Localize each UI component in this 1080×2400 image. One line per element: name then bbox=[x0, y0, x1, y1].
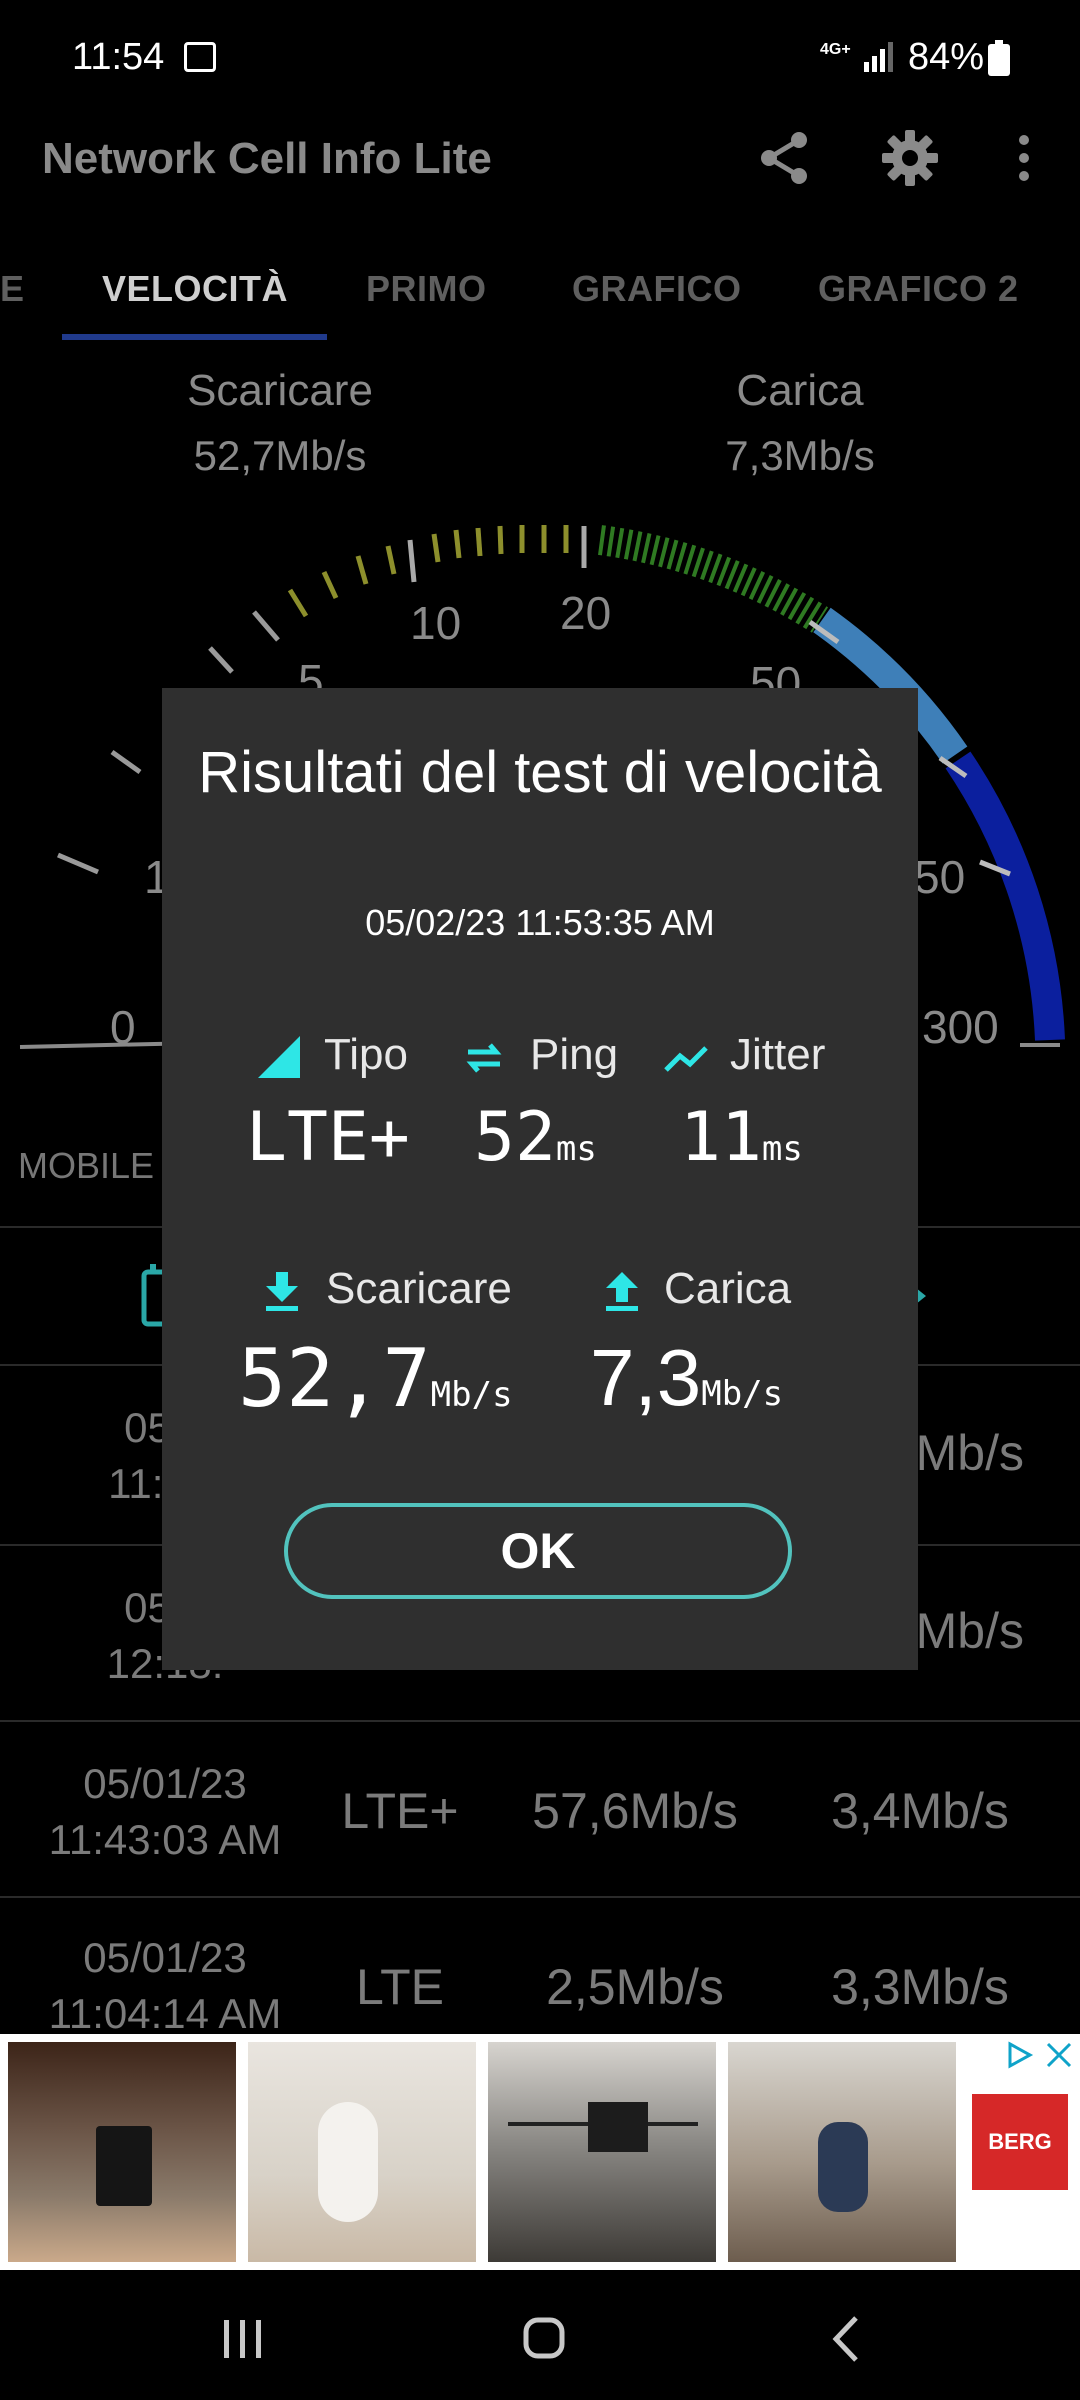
dialog-datetime: 05/02/23 11:53:35 AM bbox=[365, 902, 715, 943]
ping-label: Ping bbox=[530, 1030, 619, 1079]
jitter-value-group: 11ms bbox=[680, 1098, 803, 1177]
upload-dialog-label: Carica bbox=[664, 1264, 792, 1313]
download-icon bbox=[266, 1272, 298, 1311]
type-value: LTE+ bbox=[246, 1098, 410, 1177]
jitter-icon bbox=[664, 1046, 708, 1072]
download-unit: Mb/s bbox=[430, 1375, 513, 1415]
ping-icon bbox=[466, 1043, 502, 1073]
upload-icon bbox=[606, 1272, 638, 1311]
jitter-value: 11 bbox=[680, 1098, 762, 1177]
upload-dialog-value: 7,3 bbox=[590, 1333, 702, 1422]
download-value-group: 52,7Mb/s bbox=[238, 1332, 513, 1425]
ping-value-group: 52ms bbox=[474, 1098, 597, 1177]
signal-type-icon bbox=[258, 1036, 300, 1078]
download-dialog-label: Scaricare bbox=[326, 1264, 512, 1313]
ping-unit: ms bbox=[555, 1129, 597, 1169]
jitter-label: Jitter bbox=[730, 1030, 826, 1079]
upload-value-group: 7,3Mb/s bbox=[590, 1332, 783, 1424]
ok-button[interactable]: OK bbox=[284, 1503, 792, 1599]
download-dialog-value: 52,7 bbox=[238, 1332, 431, 1425]
jitter-unit: ms bbox=[761, 1129, 803, 1169]
upload-unit: Mb/s bbox=[701, 1374, 784, 1414]
dialog-title: Risultati del test di velocità bbox=[198, 740, 882, 805]
type-label: Tipo bbox=[324, 1030, 408, 1079]
ping-value: 52 bbox=[474, 1098, 556, 1177]
speed-test-results-dialog: Risultati del test di velocità 05/02/23 … bbox=[162, 688, 918, 1670]
